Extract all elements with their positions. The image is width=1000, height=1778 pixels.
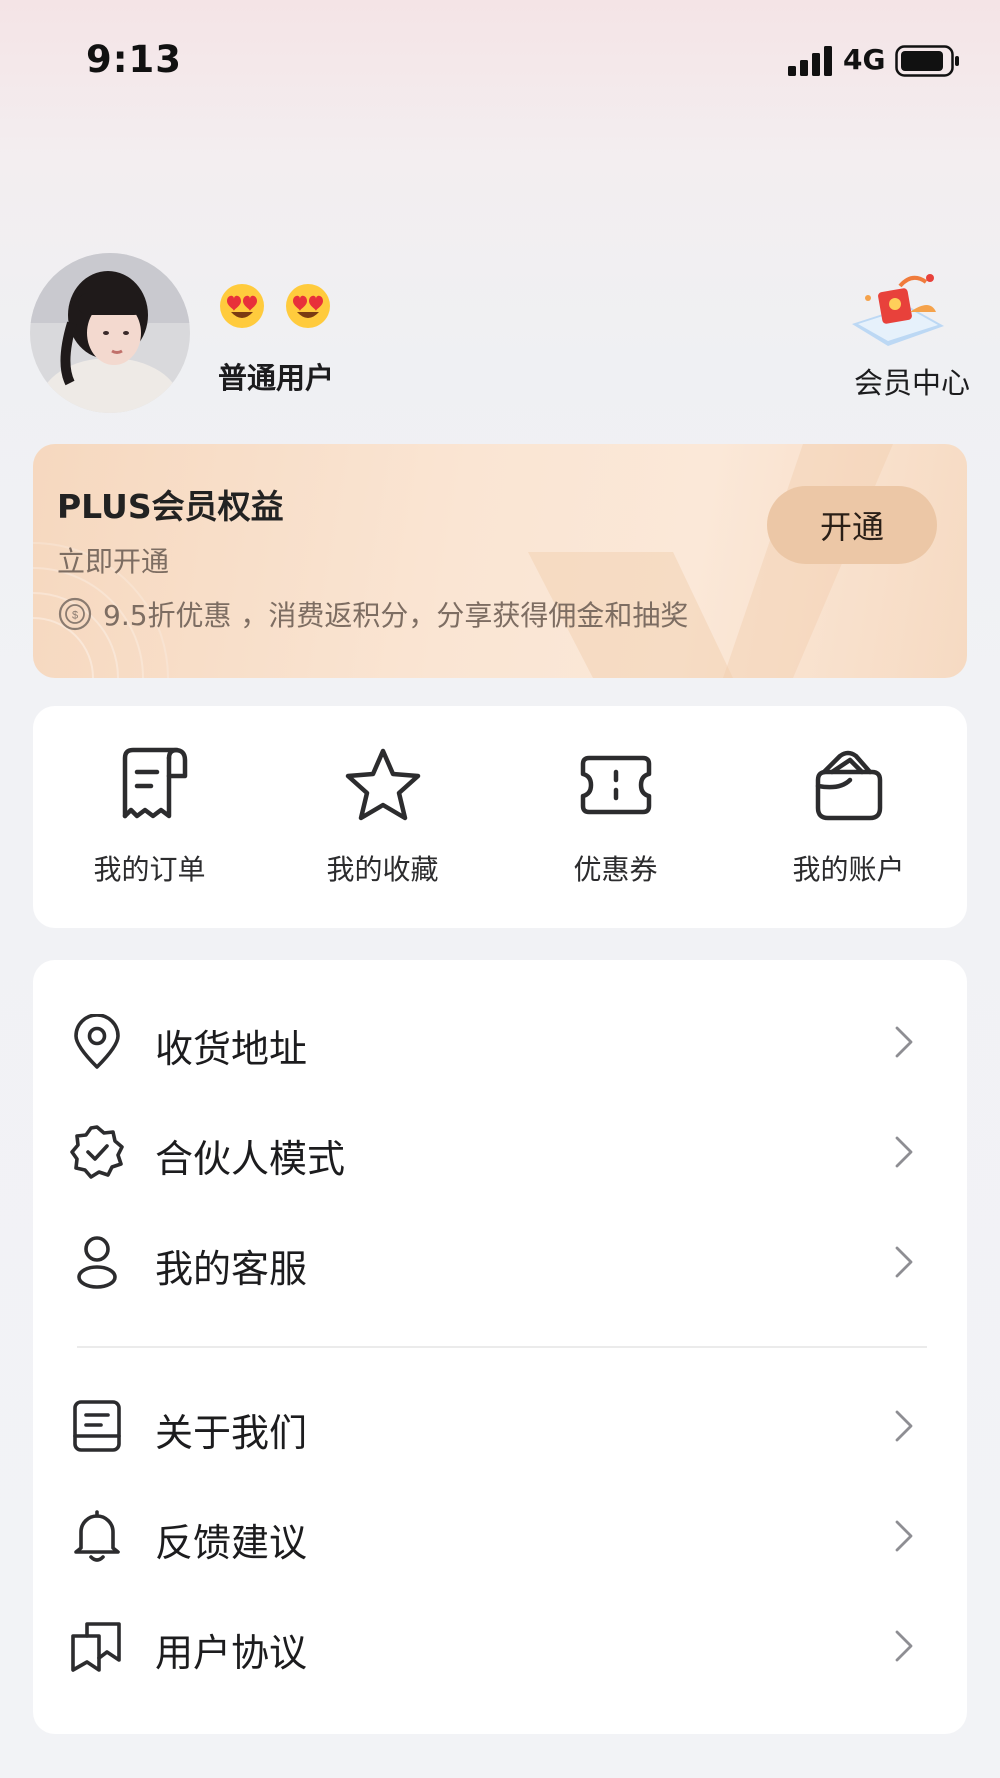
battery-icon bbox=[895, 45, 959, 77]
menu-item-user-agreement[interactable]: 用户协议 bbox=[33, 1590, 967, 1700]
network-type-label: 4G bbox=[843, 43, 886, 76]
status-time: 9:13 bbox=[86, 38, 183, 81]
heart-eyes-emoji-icon bbox=[286, 284, 330, 328]
chevron-right-icon bbox=[895, 1520, 913, 1552]
cellular-signal-icon bbox=[788, 46, 832, 76]
location-pin-icon bbox=[74, 1014, 120, 1069]
chevron-right-icon bbox=[895, 1026, 913, 1058]
menu-item-label: 合伙人模式 bbox=[155, 1137, 346, 1181]
menu-item-label: 收货地址 bbox=[155, 1027, 308, 1071]
chevron-right-icon bbox=[895, 1630, 913, 1662]
username: 普通用户 bbox=[218, 361, 335, 395]
menu-divider bbox=[77, 1346, 927, 1348]
plus-benefits: $ 9.5折优惠 ，消费返积分，分享获得佣金和抽奖 bbox=[57, 594, 688, 634]
plus-card-title: PLUS会员权益 bbox=[57, 487, 284, 526]
menu-item-about-us[interactable]: 关于我们 bbox=[33, 1370, 967, 1480]
chevron-right-icon bbox=[895, 1410, 913, 1442]
chevron-right-icon bbox=[895, 1246, 913, 1278]
emoji-row bbox=[218, 282, 332, 330]
activate-plus-button[interactable]: 开通 bbox=[767, 486, 937, 564]
settings-menu-card: 收货地址 合伙人模式 我的客服 关于我们 反馈建议 用户协议 bbox=[33, 960, 967, 1734]
menu-item-shipping-address[interactable]: 收货地址 bbox=[33, 986, 967, 1096]
quick-action-label: 我的收藏 bbox=[326, 853, 439, 886]
ticket-icon bbox=[580, 755, 652, 815]
member-center-label: 会员中心 bbox=[853, 366, 970, 400]
menu-item-label: 用户协议 bbox=[155, 1631, 308, 1675]
menu-item-label: 关于我们 bbox=[155, 1411, 308, 1455]
menu-item-customer-service[interactable]: 我的客服 bbox=[33, 1206, 967, 1316]
quick-action-label: 我的账户 bbox=[792, 853, 905, 886]
quick-action-coupons[interactable]: 优惠券 bbox=[499, 706, 732, 928]
coin-icon: $ bbox=[58, 597, 92, 631]
quick-action-favorites[interactable]: 我的收藏 bbox=[266, 706, 499, 928]
bell-icon bbox=[74, 1510, 120, 1562]
wallet-icon bbox=[815, 750, 883, 821]
person-icon bbox=[77, 1236, 117, 1289]
member-center-icon bbox=[852, 274, 944, 346]
star-icon bbox=[345, 748, 421, 821]
menu-item-label: 我的客服 bbox=[155, 1247, 308, 1291]
receipt-icon bbox=[122, 747, 188, 819]
menu-item-partner-mode[interactable]: 合伙人模式 bbox=[33, 1096, 967, 1206]
plus-benefits-text: 9.5折优惠 ，消费返积分，分享获得佣金和抽奖 bbox=[103, 599, 689, 632]
book-icon bbox=[71, 1622, 121, 1672]
quick-actions-card: 我的订单 我的收藏 优惠券 我的账户 bbox=[33, 706, 967, 928]
quick-action-label: 我的订单 bbox=[93, 853, 206, 886]
plus-card-subtitle: 立即开通 bbox=[57, 545, 170, 578]
status-bar: 9:13 4G bbox=[0, 0, 1000, 120]
chevron-right-icon bbox=[895, 1136, 913, 1168]
menu-item-feedback[interactable]: 反馈建议 bbox=[33, 1480, 967, 1590]
heart-eyes-emoji-icon bbox=[220, 284, 264, 328]
avatar[interactable] bbox=[30, 253, 190, 413]
plus-membership-card[interactable]: PLUS会员权益 立即开通 $ 9.5折优惠 ，消费返积分，分享获得佣金和抽奖 … bbox=[33, 444, 967, 678]
menu-item-label: 反馈建议 bbox=[155, 1521, 308, 1565]
svg-text:$: $ bbox=[72, 610, 78, 622]
document-icon bbox=[73, 1400, 121, 1452]
member-center-button[interactable]: 会员中心 bbox=[830, 262, 970, 402]
quick-action-label: 优惠券 bbox=[573, 853, 658, 886]
quick-action-account[interactable]: 我的账户 bbox=[732, 706, 965, 928]
verified-badge-icon bbox=[70, 1125, 124, 1179]
quick-action-orders[interactable]: 我的订单 bbox=[33, 706, 266, 928]
